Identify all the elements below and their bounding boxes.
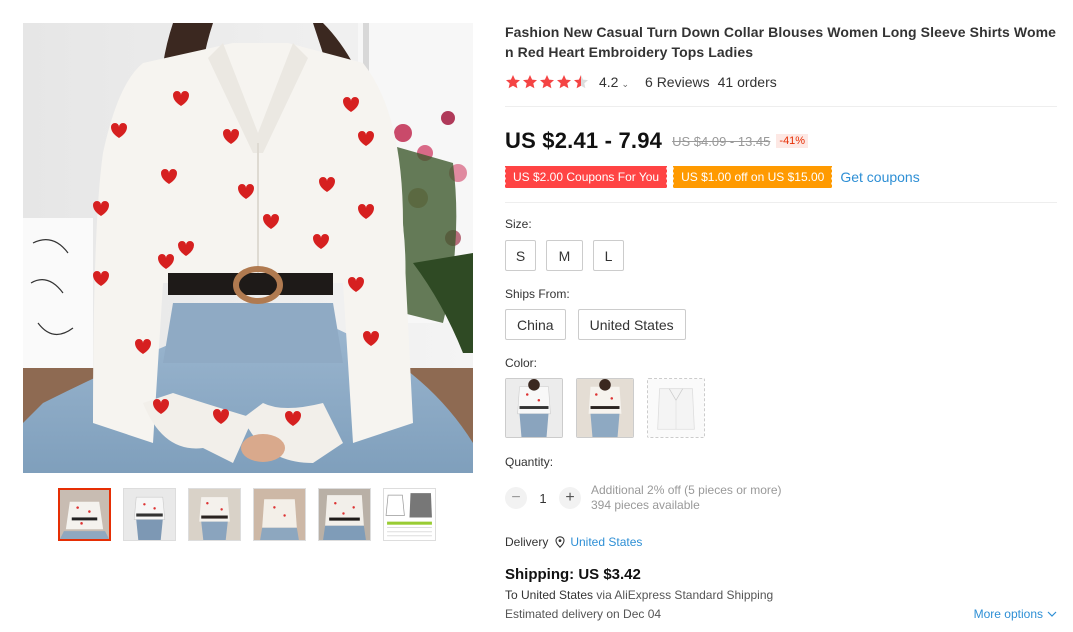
delivery-location-link[interactable]: United States (570, 535, 642, 549)
quantity-decrease-button[interactable]: − (505, 487, 527, 509)
size-option-l[interactable]: L (593, 240, 624, 271)
estimated-delivery: Estimated delivery on Dec 04 (505, 607, 662, 621)
color-options (505, 378, 1057, 438)
ships-from-option-united-states[interactable]: United States (577, 309, 686, 340)
more-options-label: More options (973, 607, 1043, 621)
divider (505, 106, 1057, 107)
shipping-price: Shipping: US $3.42 (505, 566, 641, 583)
star-full-icon (540, 75, 554, 89)
thumbnail-5[interactable] (318, 488, 371, 541)
current-price: US $2.41 - 7.94 (505, 128, 663, 153)
star-half-icon (574, 75, 588, 89)
thumbnail-6-size-chart[interactable] (383, 488, 436, 541)
rating-stars (505, 74, 589, 90)
thumbnail-strip (58, 488, 436, 541)
quantity-increase-button[interactable]: + (559, 487, 581, 509)
ships-from-options: China United States (505, 309, 1057, 340)
product-title: Fashion New Casual Turn Down Collar Blou… (505, 24, 1057, 60)
color-label: Color: (505, 356, 538, 370)
quantity-info: Additional 2% off (5 pieces or more) 394… (591, 483, 782, 513)
coupon-row: US $2.00 Coupons For You US $1.00 off on… (503, 166, 1057, 188)
product-photo (23, 23, 473, 473)
size-options: S M L (505, 240, 1057, 271)
delivery-label: Delivery (505, 535, 549, 549)
reviews-link[interactable]: 6 Reviews (645, 74, 710, 90)
delivery-row: Delivery United States (505, 535, 1057, 549)
discount-badge: -41% (776, 134, 809, 148)
shipping-destination: To United States (505, 588, 594, 602)
thumbnail-2[interactable] (123, 488, 176, 541)
divider (505, 202, 1057, 203)
ships-from-label: Ships From: (505, 287, 570, 301)
color-option-1[interactable] (505, 378, 563, 438)
quantity-input[interactable]: 1 (527, 491, 559, 506)
star-full-icon (523, 75, 537, 89)
stock-available-text: 394 pieces available (591, 498, 700, 512)
thumbnail-1[interactable] (58, 488, 111, 541)
thumbnail-4[interactable] (253, 488, 306, 541)
more-options-link[interactable]: More options (974, 607, 1057, 621)
shipping-route: To United States via AliExpress Standard… (505, 588, 1057, 602)
rating-row: 4.2 ⌄ 6 Reviews 41 orders (505, 72, 1057, 92)
bulk-discount-text: Additional 2% off (5 pieces or more) (591, 483, 782, 497)
star-full-icon (557, 75, 571, 89)
quantity-label: Quantity: (505, 455, 554, 469)
color-option-2[interactable] (576, 378, 634, 438)
coupon-badge-discount[interactable]: US $1.00 off on US $15.00 (672, 166, 833, 188)
star-full-icon (506, 75, 520, 89)
quantity-stepper: − 1 + Additional 2% off (5 pieces or mor… (505, 483, 1057, 513)
color-option-3[interactable] (647, 378, 705, 438)
orders-count: 41 orders (717, 74, 777, 90)
rating-value[interactable]: 4.2 ⌄ (599, 74, 629, 90)
size-option-m[interactable]: M (546, 240, 583, 271)
shipping-method: via AliExpress Standard Shipping (596, 588, 774, 602)
original-price: US $4.09 - 13.45 (672, 133, 771, 149)
price-row: US $2.41 - 7.94 US $4.09 - 13.45 -41% (505, 127, 1057, 155)
ships-from-option-china[interactable]: China (505, 309, 566, 340)
product-main-image[interactable] (23, 23, 473, 473)
chevron-down-icon (1047, 611, 1057, 617)
chevron-down-icon: ⌄ (621, 79, 630, 89)
get-coupons-link[interactable]: Get coupons (840, 169, 919, 185)
size-label: Size: (505, 217, 532, 231)
size-option-s[interactable]: S (505, 240, 536, 271)
estimated-delivery-row: Estimated delivery on Dec 04 More option… (505, 607, 1057, 621)
thumbnail-3[interactable] (188, 488, 241, 541)
coupon-badge-store[interactable]: US $2.00 Coupons For You (503, 166, 668, 188)
location-pin-icon (555, 536, 565, 548)
product-info-panel: Fashion New Casual Turn Down Collar Blou… (503, 22, 1057, 621)
